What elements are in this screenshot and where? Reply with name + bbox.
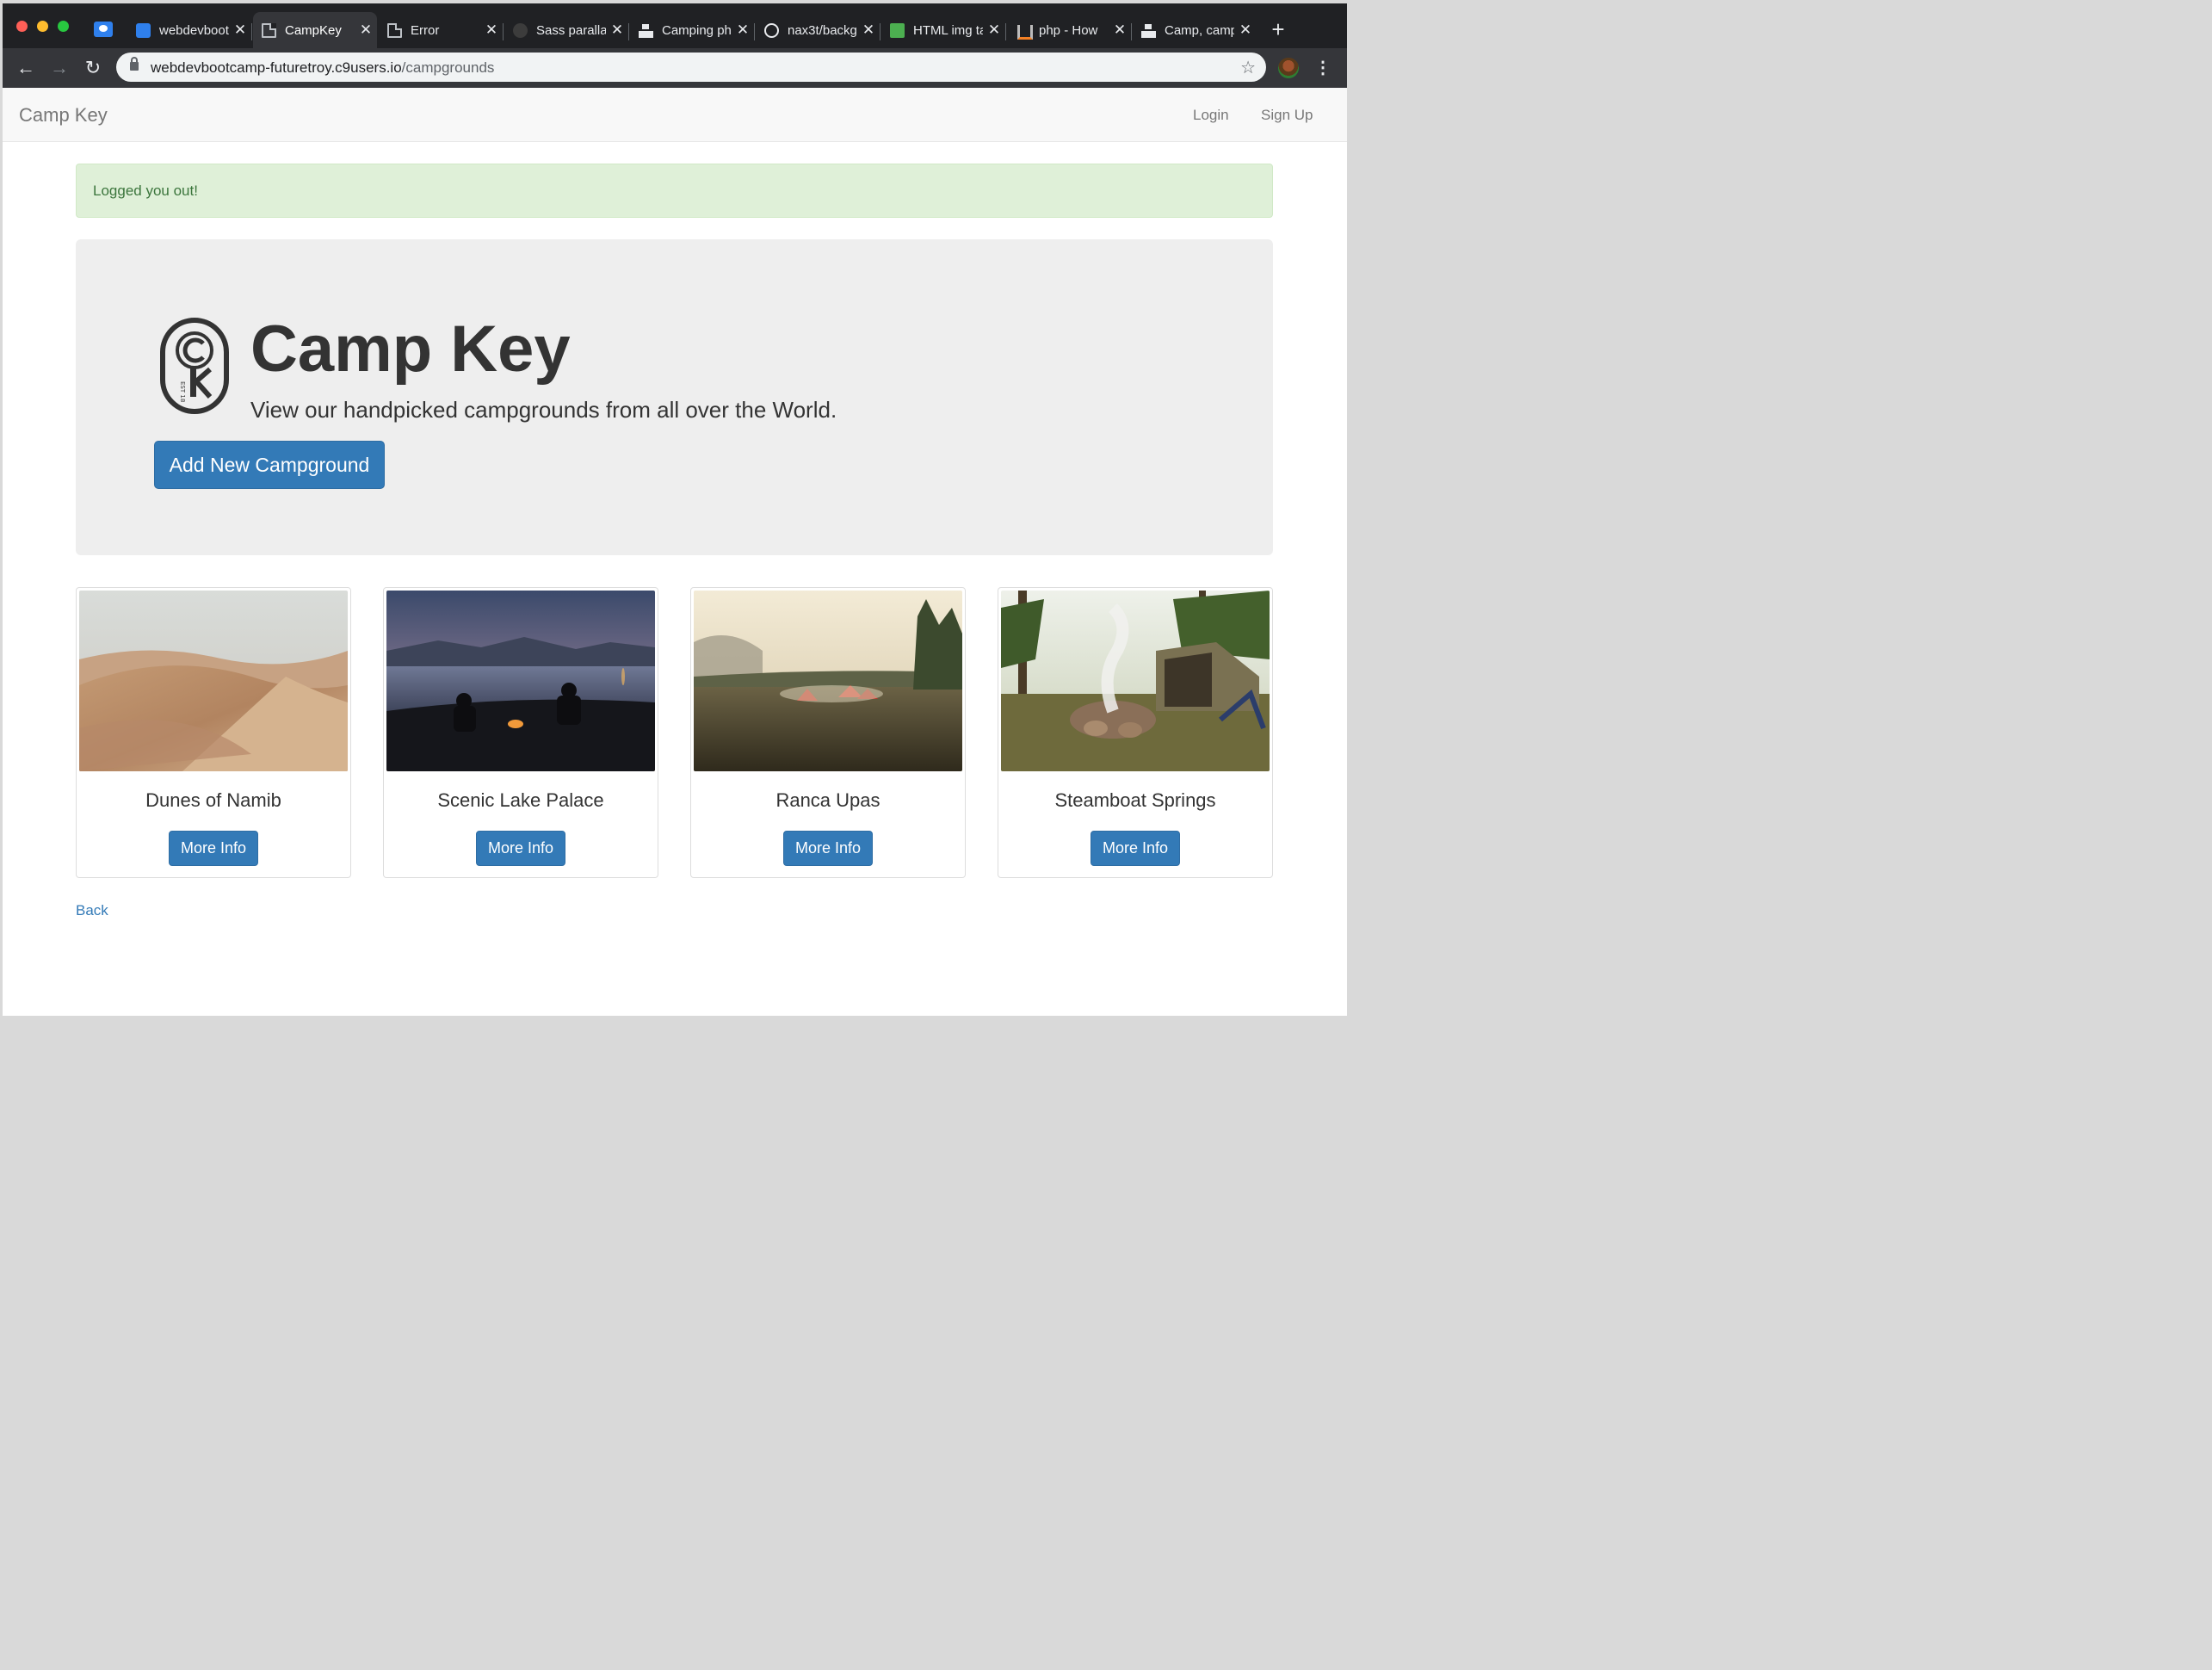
browser-tab[interactable]: Camp, camping ✕ (1133, 12, 1257, 48)
tab-title: webdevbootcamp (159, 22, 229, 38)
profile-avatar[interactable] (1278, 58, 1299, 78)
browser-tab[interactable]: nax3t/background ✕ (756, 12, 880, 48)
window-close-button[interactable] (16, 21, 28, 32)
jumbotron: EST 18 Camp Key View our handpicked camp… (76, 239, 1273, 555)
page-title: Camp Key (250, 312, 571, 386)
close-tab-icon[interactable]: ✕ (732, 22, 754, 39)
tab-title: Sass parallax (536, 22, 606, 38)
campground-card: Scenic Lake Palace More Info (383, 587, 658, 878)
tab-title: CampKey (285, 22, 342, 38)
navbar-brand[interactable]: Camp Key (19, 104, 108, 127)
tab-title: Error (411, 22, 440, 38)
browser-tab-active[interactable]: CampKey ✕ (253, 12, 377, 48)
document-icon (262, 22, 276, 38)
web-page: Camp Key Login Sign Up Logged you out! E… (3, 88, 1347, 1016)
campground-name: Steamboat Springs (1054, 789, 1216, 811)
alert-message: Logged you out! (93, 182, 198, 199)
back-link[interactable]: Back (76, 902, 108, 919)
tab-title: Camping photos (662, 22, 732, 38)
url-text[interactable]: webdevbootcamp-futuretroy.c9users.io/cam… (151, 59, 494, 77)
more-info-button[interactable]: More Info (783, 831, 873, 866)
browser-tab[interactable]: php - How ✕ (1007, 12, 1132, 48)
back-arrow-icon[interactable]: ← (13, 55, 39, 81)
stackoverflow-icon (1016, 23, 1033, 40)
tab-title: Camp, camping (1165, 22, 1234, 38)
close-tab-icon[interactable]: ✕ (983, 22, 1005, 39)
close-tab-icon[interactable]: ✕ (480, 22, 503, 39)
window-minimize-button[interactable] (37, 21, 48, 32)
more-info-button[interactable]: More Info (1091, 831, 1180, 866)
close-tab-icon[interactable]: ✕ (1109, 22, 1131, 39)
browser-tab[interactable]: webdevbootcamp ✕ (127, 12, 252, 48)
page-subtitle: View our handpicked campgrounds from all… (250, 397, 837, 423)
tab-title: HTML img tag (913, 22, 983, 38)
address-bar[interactable]: webdevbootcamp-futuretroy.c9users.io/cam… (116, 53, 1266, 82)
campground-card: Dunes of Namib More Info (76, 587, 351, 878)
campkey-logo-icon: EST 18 (160, 318, 229, 414)
lock-icon (130, 57, 139, 71)
close-tab-icon[interactable]: ✕ (857, 22, 880, 39)
document-icon (387, 22, 402, 38)
campground-name: Ranca Upas (775, 789, 880, 811)
reload-icon[interactable]: ↻ (80, 55, 106, 81)
success-alert: Logged you out! (76, 164, 1273, 218)
github-icon (764, 22, 779, 38)
bookmark-star-icon[interactable]: ☆ (1240, 57, 1256, 78)
unsplash-icon (1141, 23, 1156, 38)
close-tab-icon[interactable]: ✕ (1234, 22, 1257, 39)
login-link[interactable]: Login (1193, 107, 1229, 124)
browser-menu-icon[interactable]: ⋮ (1314, 55, 1332, 81)
browser-toolbar: ← → ↻ webdevbootcamp-futuretroy.c9users.… (3, 48, 1347, 88)
add-campground-button[interactable]: Add New Campground (154, 441, 385, 489)
signup-link[interactable]: Sign Up (1261, 107, 1313, 124)
unsplash-icon (639, 23, 653, 38)
campground-card: Steamboat Springs More Info (998, 587, 1273, 878)
campground-name: Scenic Lake Palace (437, 789, 604, 811)
tab-title: nax3t/background (788, 22, 857, 38)
more-info-button[interactable]: More Info (476, 831, 565, 866)
campground-image-campsite[interactable] (1001, 591, 1270, 771)
window-maximize-button[interactable] (58, 21, 69, 32)
codepen-icon (513, 22, 528, 38)
campground-name: Dunes of Namib (145, 789, 281, 811)
browser-tab[interactable]: Sass parallax ✕ (504, 12, 629, 48)
tab-title: php - How (1039, 22, 1098, 38)
campground-image-lake[interactable] (386, 591, 655, 771)
forward-arrow-icon[interactable]: → (46, 55, 72, 81)
campground-card: Ranca Upas More Info (690, 587, 966, 878)
campground-image-dunes[interactable] (79, 591, 348, 771)
url-host: webdevbootcamp-futuretroy.c9users.io (151, 59, 402, 76)
logo-stamp-text: EST 18 (179, 381, 186, 402)
browser-window: webdevbootcamp ✕ CampKey ✕ Error ✕ Sass … (3, 3, 1347, 1016)
close-tab-icon[interactable]: ✕ (355, 22, 377, 39)
browser-tab[interactable]: Error ✕ (379, 12, 504, 48)
browser-tab[interactable]: HTML img tag ✕ (881, 12, 1006, 48)
close-tab-icon[interactable]: ✕ (606, 22, 628, 39)
new-tab-button[interactable]: + (1268, 18, 1288, 40)
cloud9-icon (136, 22, 151, 38)
close-tab-icon[interactable]: ✕ (229, 22, 251, 39)
w3schools-icon (890, 22, 905, 38)
site-navbar: Camp Key Login Sign Up (3, 88, 1347, 142)
pinned-tab-cloud9-icon[interactable] (94, 22, 113, 37)
campground-image-tents[interactable] (694, 591, 962, 771)
tab-bar: webdevbootcamp ✕ CampKey ✕ Error ✕ Sass … (3, 3, 1347, 48)
url-path: /campgrounds (401, 59, 495, 76)
browser-tab[interactable]: Camping photos ✕ (630, 12, 755, 48)
more-info-button[interactable]: More Info (169, 831, 258, 866)
